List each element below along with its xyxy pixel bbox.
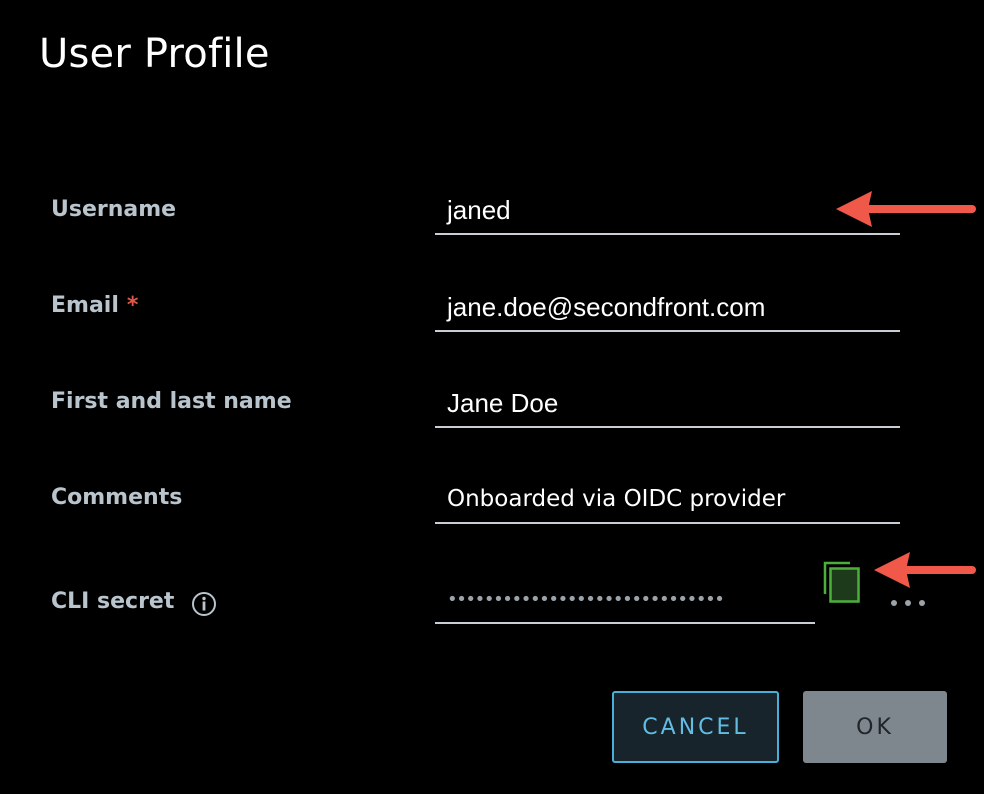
username-value: janed (447, 195, 511, 225)
comments-label: Comments (51, 485, 183, 510)
full-name-value: Jane Doe (447, 388, 559, 418)
email-label: Email * (51, 291, 138, 321)
cli-secret-label: CLI secret (51, 589, 175, 614)
username-label: Username (51, 197, 177, 222)
ellipsis-icon[interactable] (888, 596, 928, 610)
comments-value: Onboarded via OIDC provider (447, 486, 786, 512)
cli-secret-masked-value: •••••••••••••••••••••••••••••• (447, 589, 725, 610)
copy-icon[interactable] (822, 560, 862, 604)
ok-button-label: OK (856, 714, 894, 740)
email-value: jane.doe@secondfront.com (447, 292, 766, 322)
full-name-label: First and last name (51, 389, 292, 414)
annotation-arrow-copy (874, 552, 976, 588)
cancel-button[interactable]: CANCEL (612, 691, 779, 763)
ok-button[interactable]: OK (803, 691, 947, 763)
required-asterisk: * (126, 293, 139, 318)
cancel-button-label: CANCEL (642, 714, 749, 740)
info-icon[interactable] (191, 591, 217, 617)
email-field[interactable]: jane.doe@secondfront.com (435, 290, 900, 332)
annotation-arrow-username (836, 191, 976, 227)
dialog-title: User Profile (39, 31, 270, 77)
comments-field[interactable]: Onboarded via OIDC provider (435, 482, 900, 524)
full-name-field[interactable]: Jane Doe (435, 386, 900, 428)
cli-secret-field[interactable]: •••••••••••••••••••••••••••••• (435, 580, 815, 624)
email-label-text: Email (51, 293, 119, 318)
